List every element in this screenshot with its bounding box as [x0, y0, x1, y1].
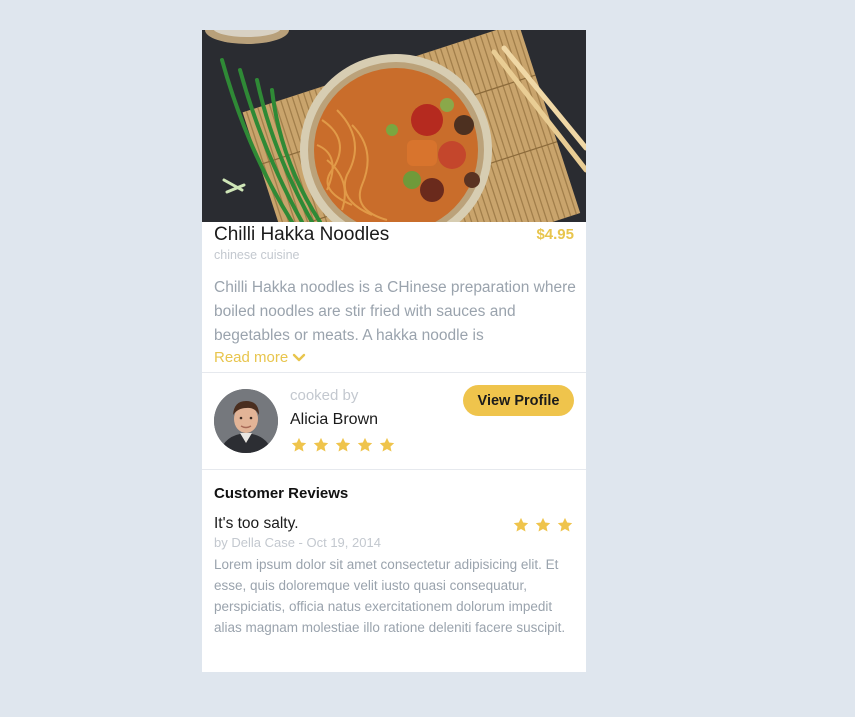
- star-icon: [357, 437, 373, 452]
- dish-description: Chilli Hakka noodles is a CHinese prepar…: [214, 279, 576, 344]
- dish-title: Chilli Hakka Noodles: [214, 224, 390, 245]
- read-more-link[interactable]: Read more: [214, 349, 306, 366]
- read-more-label: Read more: [214, 349, 289, 366]
- view-profile-button[interactable]: View Profile: [463, 385, 574, 416]
- star-icon: [557, 517, 573, 532]
- divider: [202, 469, 586, 470]
- dish-card: Chilli Hakka Noodles $4.95 chinese cuisi…: [202, 30, 586, 672]
- dish-price: $4.95: [536, 226, 574, 243]
- dish-title-row: Chilli Hakka Noodles $4.95: [214, 224, 574, 248]
- star-icon: [535, 517, 551, 532]
- review-rating: [512, 516, 574, 534]
- cooked-by-label: cooked by: [290, 387, 359, 404]
- avatar: [214, 389, 278, 453]
- review-body: Lorem ipsum dolor sit amet consectetur a…: [214, 557, 566, 635]
- dish-photo: [202, 30, 586, 222]
- star-icon: [335, 437, 351, 452]
- divider: [202, 372, 586, 373]
- dish-cuisine: chinese cuisine: [214, 248, 300, 262]
- chevron-down-icon: [293, 353, 306, 361]
- cook-name: Alicia Brown: [290, 411, 379, 428]
- star-icon: [513, 517, 529, 532]
- star-icon: [379, 437, 395, 452]
- reviews-section-title: Customer Reviews: [214, 485, 349, 502]
- star-icon: [313, 437, 329, 452]
- star-icon: [291, 437, 307, 452]
- review-heading: It's too salty.: [214, 515, 299, 532]
- cook-rating: [290, 436, 396, 454]
- review-meta: by Della Case - Oct 19, 2014: [214, 535, 381, 550]
